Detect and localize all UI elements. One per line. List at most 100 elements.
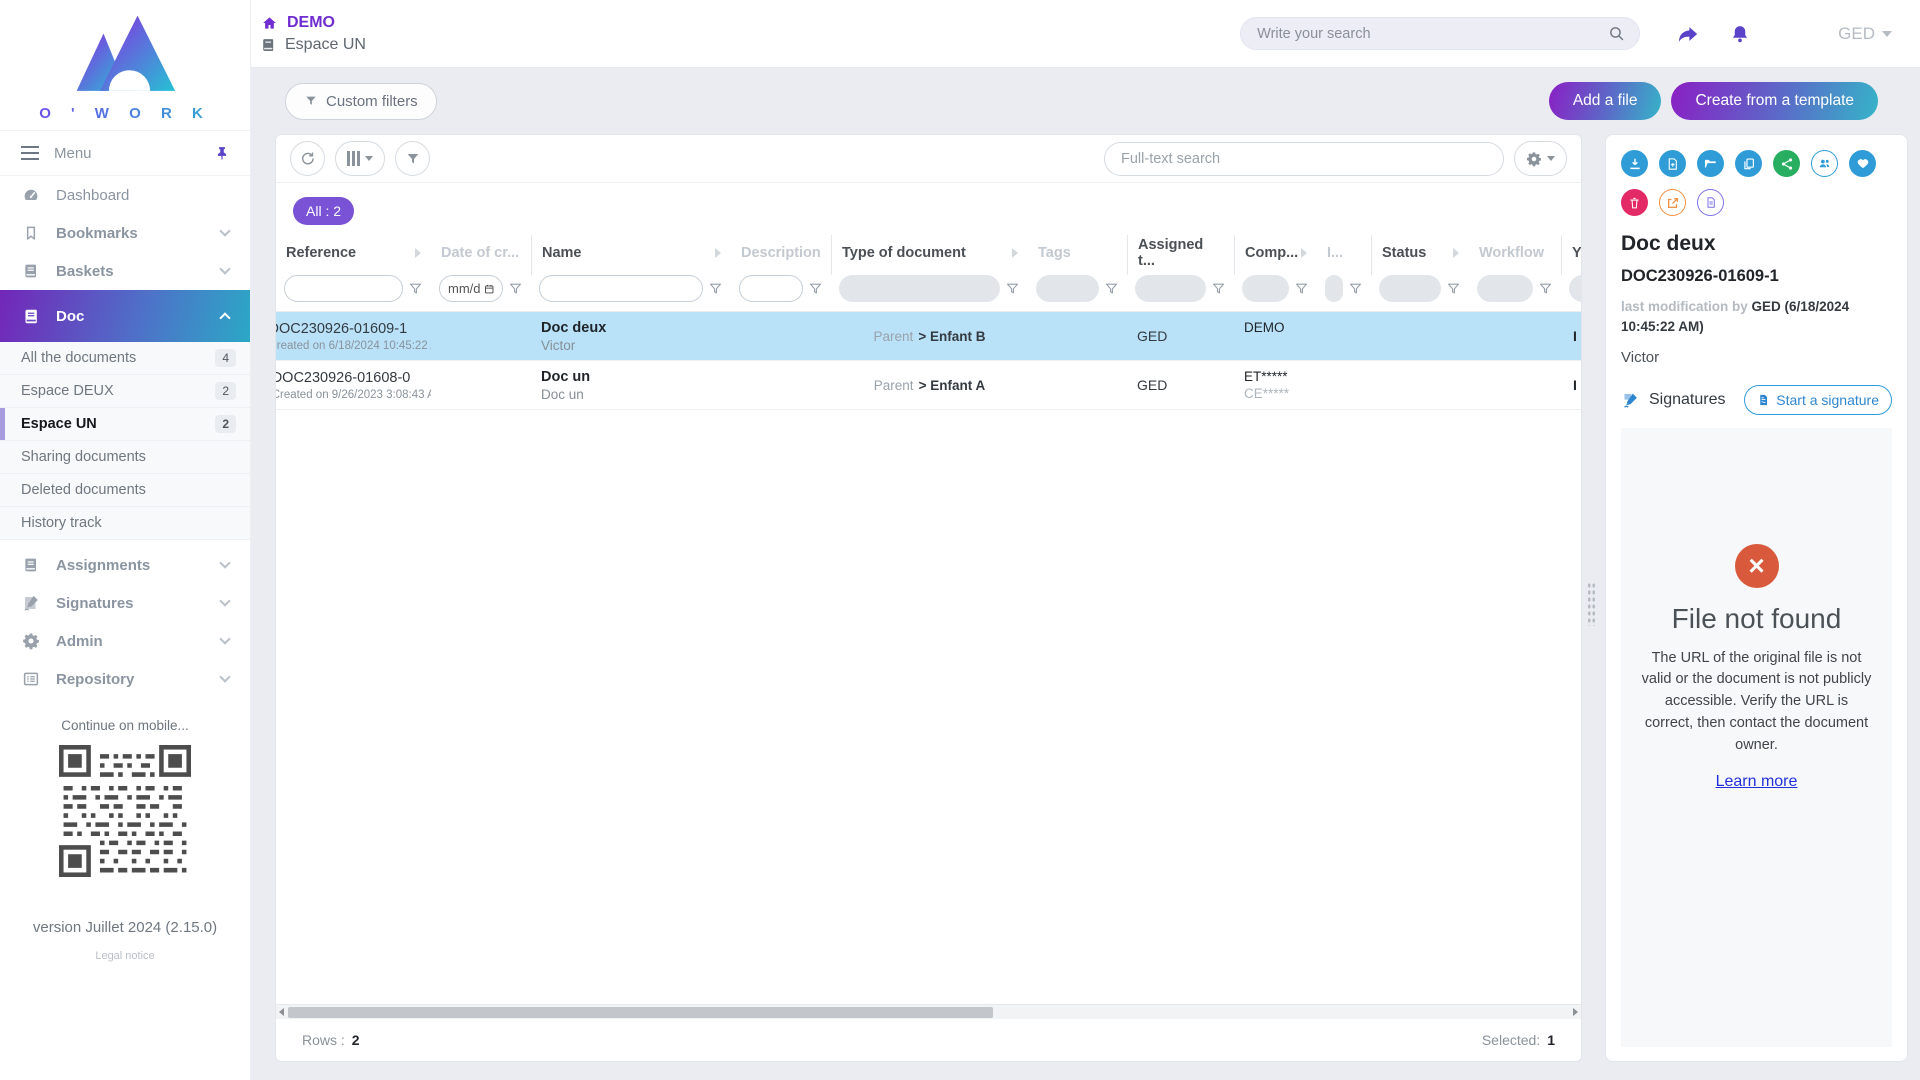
sidebar-item-baskets[interactable]: Baskets <box>0 252 250 290</box>
brand-wordmark: O ' W O R K <box>0 105 250 122</box>
column-header-status[interactable]: Status <box>1371 235 1469 275</box>
sidebar-item-label: Admin <box>56 633 103 650</box>
funnel-icon[interactable] <box>508 281 523 296</box>
funnel-icon[interactable] <box>1104 281 1119 296</box>
funnel-icon[interactable] <box>1294 281 1309 296</box>
funnel-icon[interactable] <box>1211 281 1226 296</box>
column-header-tags[interactable]: Tags <box>1028 235 1127 275</box>
funnel-icon[interactable] <box>1348 281 1363 296</box>
tab-row: All : 2 <box>276 183 1581 235</box>
column-header-y[interactable]: Y... <box>1561 235 1582 275</box>
funnel-icon[interactable] <box>1005 281 1020 296</box>
refresh-button[interactable] <box>290 141 325 176</box>
funnel-icon[interactable] <box>1538 281 1553 296</box>
search-icon[interactable] <box>1608 25 1625 42</box>
sidebar-subitem-deleted-documents[interactable]: Deleted documents <box>0 474 250 507</box>
filter-i-select[interactable] <box>1325 275 1343 302</box>
custom-filters-button[interactable]: Custom filters <box>285 83 437 120</box>
workflow-cell <box>1469 361 1561 409</box>
sidebar-subitem-all-documents[interactable]: All the documents 4 <box>0 342 250 375</box>
funnel-icon[interactable] <box>1446 281 1461 296</box>
hamburger-icon[interactable] <box>21 146 39 160</box>
filter-name-input[interactable] <box>539 275 703 302</box>
bell-icon[interactable] <box>1730 23 1750 45</box>
external-link-icon[interactable] <box>1659 189 1686 216</box>
share-forward-icon[interactable] <box>1676 23 1700 45</box>
sidebar-subitem-sharing-documents[interactable]: Sharing documents <box>0 441 250 474</box>
sidebar-item-signatures[interactable]: Signatures <box>0 584 250 622</box>
download-icon[interactable] <box>1621 150 1648 177</box>
filter-assigned-select[interactable] <box>1135 275 1206 302</box>
start-signature-button[interactable]: Start a signature <box>1744 385 1892 415</box>
panel-resize-handle[interactable] <box>1587 582 1596 626</box>
tab-all[interactable]: All : 2 <box>293 197 354 225</box>
funnel-icon[interactable] <box>708 281 723 296</box>
filter-date-input[interactable]: mm/d <box>439 275 503 302</box>
sidebar-subitem-espace-deux[interactable]: Espace DEUX 2 <box>0 375 250 408</box>
column-header-i[interactable]: I... <box>1317 235 1371 275</box>
column-header-reference[interactable]: Reference <box>276 235 431 275</box>
funnel-icon[interactable] <box>808 281 823 296</box>
sidebar-subitem-espace-un[interactable]: Espace UN 2 <box>0 408 250 441</box>
filter-reference-input[interactable] <box>284 275 403 302</box>
copy-icon[interactable] <box>1735 150 1762 177</box>
legal-notice-link[interactable]: Legal notice <box>0 950 250 962</box>
column-header-assigned-to[interactable]: Assigned t... <box>1127 235 1234 275</box>
y-cell: I <box>1561 312 1582 360</box>
share-icon[interactable] <box>1773 150 1800 177</box>
count-badge: 2 <box>215 382 236 400</box>
sidebar-item-dashboard[interactable]: Dashboard <box>0 176 250 214</box>
column-header-workflow[interactable]: Workflow <box>1469 235 1561 275</box>
column-header-description[interactable]: Description <box>731 235 831 275</box>
column-header-type-of-document[interactable]: Type of document <box>831 235 1028 275</box>
file-lines-icon[interactable] <box>1697 189 1724 216</box>
fulltext-search-input[interactable] <box>1104 142 1504 176</box>
horizontal-scrollbar[interactable] <box>276 1004 1581 1019</box>
trash-icon[interactable] <box>1621 189 1648 216</box>
columns-button[interactable] <box>335 141 385 176</box>
create-from-template-button[interactable]: Create from a template <box>1671 82 1878 120</box>
pin-icon[interactable] <box>215 145 229 161</box>
table-header-row: Reference Date of cr... Name Description… <box>276 235 1582 275</box>
heart-icon[interactable] <box>1849 150 1876 177</box>
filter-workflow-select[interactable] <box>1477 275 1533 302</box>
scroll-right-icon[interactable] <box>1573 1008 1578 1016</box>
file-upload-icon[interactable] <box>1659 150 1686 177</box>
filter-button[interactable] <box>395 141 430 176</box>
sidebar-item-admin[interactable]: Admin <box>0 622 250 660</box>
filter-description-input[interactable] <box>739 275 803 302</box>
table-row[interactable]: w DOC230926-01609-1 Created on 6/18/2024… <box>276 312 1582 361</box>
add-file-button[interactable]: Add a file <box>1549 82 1662 120</box>
sidebar-item-repository[interactable]: Repository <box>0 660 250 698</box>
filter-type-select[interactable] <box>839 275 1000 302</box>
error-x-icon: × <box>1735 544 1779 588</box>
funnel-icon[interactable] <box>408 281 423 296</box>
column-header-date-of-creation[interactable]: Date of cr... <box>431 235 531 275</box>
global-search-input[interactable] <box>1255 25 1608 43</box>
scrollbar-thumb[interactable] <box>288 1007 993 1018</box>
learn-more-link[interactable]: Learn more <box>1716 773 1798 791</box>
column-header-company[interactable]: Comp... <box>1234 235 1317 275</box>
filter-y-select[interactable] <box>1569 275 1582 302</box>
breadcrumb-root[interactable]: DEMO <box>261 14 366 32</box>
breadcrumb-page[interactable]: Espace UN <box>261 36 366 54</box>
filter-tags-select[interactable] <box>1036 275 1099 302</box>
sidebar-subitem-history-track[interactable]: History track <box>0 507 250 540</box>
filter-type-of-document <box>831 275 1028 302</box>
users-icon[interactable] <box>1811 150 1838 177</box>
table-settings-button[interactable] <box>1514 141 1567 176</box>
column-header-name[interactable]: Name <box>531 235 731 275</box>
table-filter-row: mm/d <box>276 275 1582 312</box>
scroll-left-icon[interactable] <box>279 1008 284 1016</box>
filter-company-select[interactable] <box>1242 275 1289 302</box>
folder-open-icon[interactable] <box>1697 150 1724 177</box>
sidebar-item-doc[interactable]: Doc <box>0 290 250 342</box>
filter-status-select[interactable] <box>1379 275 1441 302</box>
table-row[interactable]: DOC230926-01608-0 Created on 9/26/2023 3… <box>276 361 1582 410</box>
company-value: ET***** <box>1244 369 1307 384</box>
user-menu[interactable]: GED <box>1838 24 1892 44</box>
sidebar-item-assignments[interactable]: Assignments <box>0 546 250 584</box>
sidebar-item-bookmarks[interactable]: Bookmarks <box>0 214 250 252</box>
date-cell <box>431 312 531 360</box>
i-cell <box>1317 312 1371 360</box>
